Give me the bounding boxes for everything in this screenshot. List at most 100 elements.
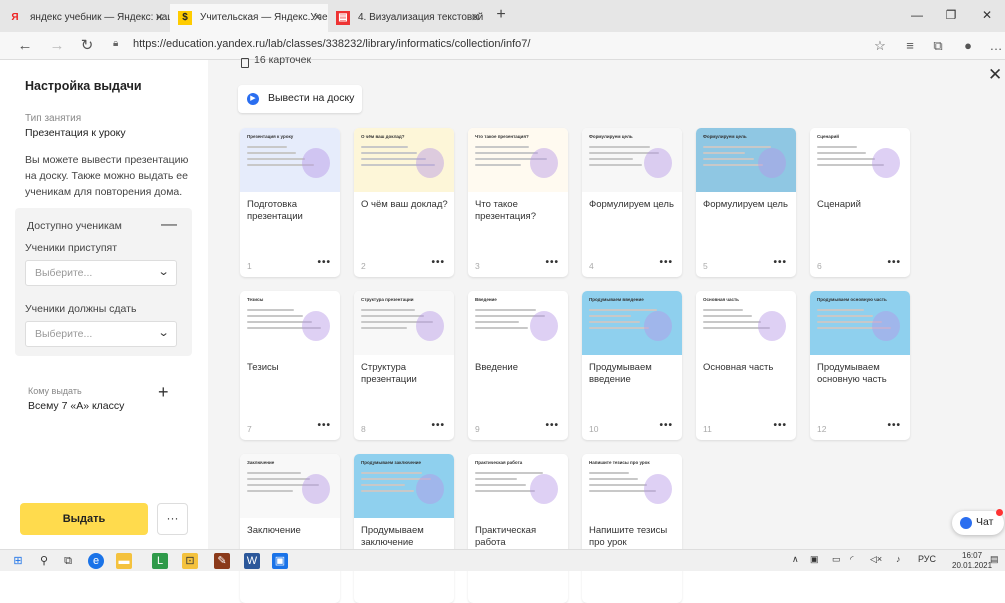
back-icon[interactable]: ← xyxy=(14,36,36,56)
word-icon[interactable]: W xyxy=(244,553,260,569)
chevron-down-icon: ⌄ xyxy=(157,266,170,278)
browser-menu-icon[interactable]: … xyxy=(986,37,1005,55)
card[interactable]: Основная часть Основная часть 11 ••• xyxy=(696,291,796,440)
card[interactable]: Что такое презентация? Что такое презента… xyxy=(468,128,568,277)
maximize-icon[interactable]: ❐ xyxy=(934,0,968,30)
tray-app-icon[interactable]: ▣ xyxy=(810,554,819,565)
card-menu-icon[interactable]: ••• xyxy=(317,420,331,431)
card[interactable]: Формулируем цель Формулируем цель 4 ••• xyxy=(582,128,682,277)
refresh-icon[interactable]: ↻ xyxy=(76,36,98,56)
preview-text-line xyxy=(817,152,866,154)
windows-start-icon[interactable]: ⊞ xyxy=(10,553,26,569)
show-on-board-button[interactable]: ▶ Вывести на доску xyxy=(238,85,362,113)
issue-button[interactable]: Выдать xyxy=(20,503,148,535)
card[interactable]: Продумываем введение Продумываем введение… xyxy=(582,291,682,440)
card-preview-title: Формулируем цель xyxy=(703,134,747,139)
task-view-icon[interactable]: ⧉ xyxy=(60,553,76,569)
card-caption: Тезисы xyxy=(247,362,279,373)
card-menu-icon[interactable]: ••• xyxy=(431,257,445,268)
card-menu-icon[interactable]: ••• xyxy=(659,420,673,431)
network-icon[interactable]: ♪ xyxy=(896,554,901,564)
chat-icon xyxy=(960,517,972,529)
volume-icon[interactable]: ◁× xyxy=(870,554,882,565)
card[interactable]: Продумываем основную часть Продумываем ос… xyxy=(810,291,910,440)
add-recipient-icon[interactable]: + xyxy=(158,382,169,403)
tab-teacher-room[interactable]: $ Учительская — Яндекс.Учебник ✕ xyxy=(170,4,328,32)
preview-illustration xyxy=(302,148,330,178)
card-menu-icon[interactable]: ••• xyxy=(773,257,787,268)
collections-icon[interactable]: ⧉ xyxy=(928,37,948,55)
card-menu-icon[interactable]: ••• xyxy=(545,257,559,268)
app-blue-icon[interactable]: ▣ xyxy=(272,553,288,569)
card-preview: Структура презентации xyxy=(354,291,454,355)
tray-arrow-icon[interactable]: ∧ xyxy=(792,554,799,565)
preview-illustration xyxy=(644,311,672,341)
wifi-icon[interactable]: ◜ xyxy=(850,554,854,565)
collapse-icon[interactable]: — xyxy=(161,216,177,234)
card-menu-icon[interactable]: ••• xyxy=(431,420,445,431)
close-icon[interactable]: ✕ xyxy=(988,65,1002,85)
file-explorer-icon[interactable]: ▬ xyxy=(116,553,132,569)
card-menu-icon[interactable]: ••• xyxy=(773,420,787,431)
app-l-icon[interactable]: L xyxy=(152,553,168,569)
close-window-icon[interactable]: ✕ xyxy=(970,0,1004,30)
more-options-button[interactable]: ··· xyxy=(157,503,188,535)
preview-text-line xyxy=(817,315,873,317)
preview-text-line xyxy=(361,327,407,329)
windows-taskbar: ⊞ ⚲ ⧉ e ▬ L ⊡ ✎ W ▣ ∧ ▣ ▭ ◜ ◁× ♪ РУС 16:… xyxy=(0,549,1005,571)
show-on-board-label: Вывести на доску xyxy=(268,92,355,104)
card-menu-icon[interactable]: ••• xyxy=(545,420,559,431)
card[interactable]: Продумываем заключение Продумываем заключ… xyxy=(354,454,454,603)
clock[interactable]: 16:07 20.01.2021 xyxy=(952,551,992,571)
due-date-select[interactable]: Выберите... ⌄ xyxy=(25,321,177,347)
card-menu-icon[interactable]: ••• xyxy=(659,257,673,268)
card[interactable]: Презентация к уроку Подготовка презентаци… xyxy=(240,128,340,277)
preview-text-line xyxy=(817,309,864,311)
card[interactable]: Сценарий Сценарий 6 ••• xyxy=(810,128,910,277)
card[interactable]: Тезисы Тезисы 7 ••• xyxy=(240,291,340,440)
language-indicator[interactable]: РУС xyxy=(918,554,936,564)
card[interactable]: Практическая работа Практическая работа xyxy=(468,454,568,603)
card[interactable]: Напишите тезисы про урок Напишите тезисы … xyxy=(582,454,682,603)
search-icon[interactable]: ⚲ xyxy=(36,553,52,569)
card-menu-icon[interactable]: ••• xyxy=(887,420,901,431)
card[interactable]: Заключение Заключение xyxy=(240,454,340,603)
preview-text-line xyxy=(703,315,752,317)
tab-visualization[interactable]: ▤ 4. Визуализация текстовой инф ✕ xyxy=(328,4,486,32)
card-preview-title: Структура презентации xyxy=(361,297,414,302)
card[interactable]: Введение Введение 9 ••• xyxy=(468,291,568,440)
close-tab-icon[interactable]: ✕ xyxy=(313,4,322,32)
card-menu-icon[interactable]: ••• xyxy=(887,257,901,268)
card[interactable]: Формулируем цель Формулируем цель 5 ••• xyxy=(696,128,796,277)
lock-icon: 🔒︎ xyxy=(113,38,119,49)
browser-tab-bar: Я яндекс учебник — Яндекс: нашл ✕ $ Учит… xyxy=(0,0,1005,32)
preview-text-line xyxy=(703,164,763,166)
app-brown-icon[interactable]: ✎ xyxy=(214,553,230,569)
card-menu-icon[interactable]: ••• xyxy=(317,257,331,268)
card-caption: Что такое презентация? xyxy=(475,199,536,222)
profile-avatar[interactable]: ● xyxy=(958,37,978,55)
card-preview: Презентация к уроку xyxy=(240,128,340,192)
clock-time: 16:07 xyxy=(962,551,983,560)
preview-text-line xyxy=(475,152,538,154)
tab-yandex-search[interactable]: Я яндекс учебник — Яндекс: нашл ✕ xyxy=(0,4,170,32)
start-date-select[interactable]: Выберите... ⌄ xyxy=(25,260,177,286)
chat-button[interactable]: Чат xyxy=(952,509,1004,535)
preview-text-line xyxy=(475,490,535,492)
forward-icon[interactable]: → xyxy=(46,36,68,56)
card[interactable]: О чём ваш доклад? О чём ваш доклад? 2 ••• xyxy=(354,128,454,277)
card-caption: Напишите тезисы про урок xyxy=(589,525,668,548)
card-preview-title: О чём ваш доклад? xyxy=(361,134,405,139)
favorites-list-icon[interactable]: ≡ xyxy=(900,37,920,55)
minimize-icon[interactable]: — xyxy=(900,0,934,30)
close-tab-icon[interactable]: ✕ xyxy=(471,4,480,32)
new-tab-button[interactable]: + xyxy=(490,4,512,28)
close-tab-icon[interactable]: ✕ xyxy=(155,4,164,32)
card[interactable]: Структура презентации Структура презентац… xyxy=(354,291,454,440)
app-folder-icon[interactable]: ⊡ xyxy=(182,553,198,569)
preview-illustration xyxy=(302,311,330,341)
url-field[interactable]: https://education.yandex.ru/lab/classes/… xyxy=(133,38,530,50)
edge-browser-icon[interactable]: e xyxy=(88,553,104,569)
notifications-icon[interactable]: ▤ xyxy=(990,554,999,565)
favorite-star-icon[interactable]: ☆ xyxy=(870,37,890,55)
